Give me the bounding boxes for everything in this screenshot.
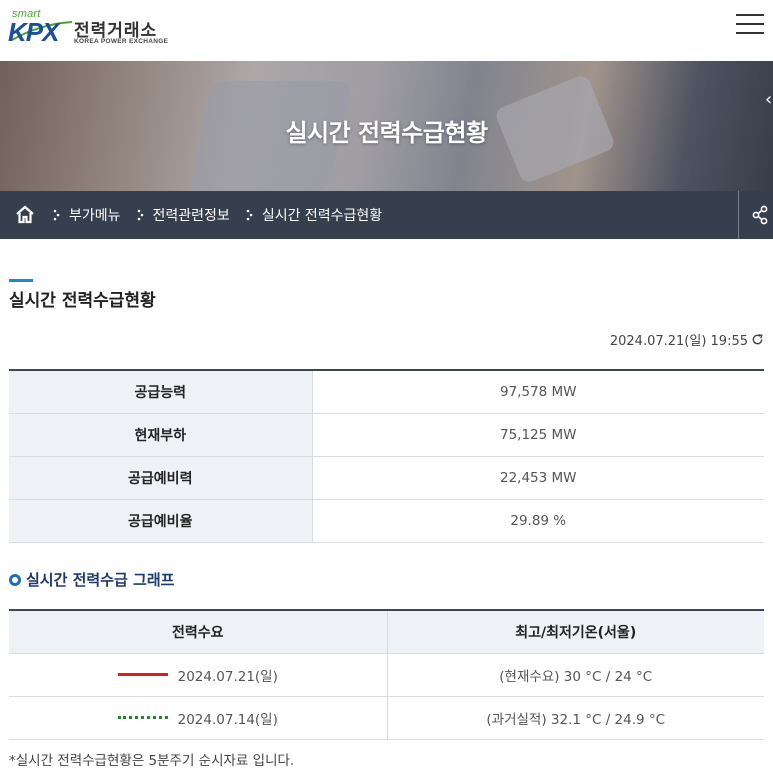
temperature-cell: (현재수요) 30 °C / 24 °C [387, 653, 764, 697]
table-row: 공급예비율 29.89 % [9, 499, 764, 543]
breadcrumb-item-power-info[interactable]: 전력관련정보 [137, 205, 230, 225]
row-value: 29.89 % [312, 499, 764, 543]
row-label: 공급예비력 [9, 456, 313, 500]
graph-section-title: 실시간 전력수급 그래프 [9, 569, 174, 590]
hamburger-menu-icon[interactable] [736, 12, 764, 36]
column-header-demand: 전력수요 [9, 610, 388, 654]
legend-dotted-line-icon [117, 716, 168, 719]
circle-bullet-icon [9, 573, 21, 586]
page-title: 실시간 전력수급현황 [9, 291, 156, 311]
row-value: 22,453 MW [312, 456, 764, 500]
supply-status-table: 공급능력 97,578 MW 현재부하 75,125 MW 공급예비력 22,4… [9, 369, 764, 543]
kpx-logo[interactable]: smart KPX 전력거래소 KOREA POWER EXCHANGE [8, 8, 168, 48]
row-value: 97,578 MW [312, 370, 764, 414]
share-button[interactable] [738, 191, 773, 239]
logo-english-text: KOREA POWER EXCHANGE [74, 38, 169, 45]
breadcrumb-label: 전력관련정보 [152, 208, 230, 224]
row-value: 75,125 MW [312, 413, 764, 457]
breadcrumb-separator-icon [137, 209, 143, 221]
legend-date: 2024.07.14(일) [177, 711, 278, 728]
row-label: 공급능력 [9, 370, 313, 414]
home-icon[interactable] [13, 203, 37, 227]
graph-legend-table: 전력수요 최고/최저기온(서울) 2024.07.21(일) (현재수요) 30… [9, 609, 764, 740]
legend-cell: 2024.07.21(일) [9, 653, 388, 697]
legend-date: 2024.07.21(일) [177, 668, 278, 685]
footnote: *실시간 전력수급현황은 5분주기 순시자료 입니다. [9, 753, 295, 769]
table-row: 공급능력 97,578 MW [9, 370, 764, 414]
table-row: 2024.07.14(일) (과거실적) 32.1 °C / 24.9 °C [9, 696, 764, 740]
table-row: 2024.07.21(일) (현재수요) 30 °C / 24 °C [9, 653, 764, 697]
row-label: 현재부하 [9, 413, 313, 457]
banner-title: 실시간 전력수급현황 [285, 119, 488, 147]
update-timestamp: 2024.07.21(일) 19:55 [610, 330, 764, 349]
share-icon [752, 205, 768, 225]
legend-cell: 2024.07.14(일) [9, 696, 388, 740]
breadcrumb-separator-icon [53, 209, 60, 221]
chevron-left-icon[interactable]: ‹ [765, 86, 773, 114]
column-header-temperature: 최고/최저기온(서울) [387, 610, 764, 654]
breadcrumb-item-realtime-supply[interactable]: 실시간 전력수급현황 [246, 205, 382, 225]
breadcrumb-separator-icon [246, 209, 253, 221]
table-row: 현재부하 75,125 MW [9, 413, 764, 457]
graph-title-text: 실시간 전력수급 그래프 [26, 571, 175, 589]
temperature-cell: (과거실적) 32.1 °C / 24.9 °C [387, 696, 764, 740]
refresh-icon[interactable] [751, 333, 764, 346]
title-accent-bar [9, 279, 33, 282]
legend-solid-line-icon [117, 673, 168, 676]
breadcrumb: 부가메뉴 전력관련정보 실시간 전력수급현황 [0, 191, 773, 239]
table-row: 공급예비력 22,453 MW [9, 456, 764, 500]
breadcrumb-label: 실시간 전력수급현황 [261, 208, 383, 224]
logo-kpx-text: KPX [8, 17, 59, 47]
breadcrumb-item-extra-menu[interactable]: 부가메뉴 [53, 205, 121, 225]
timestamp-text: 2024.07.21(일) 19:55 [609, 334, 748, 349]
page-banner: 실시간 전력수급현황 ‹ [0, 61, 773, 191]
table-header-row: 전력수요 최고/최저기온(서울) [9, 610, 764, 654]
row-label: 공급예비율 [9, 499, 313, 543]
breadcrumb-label: 부가메뉴 [69, 208, 121, 224]
header: smart KPX 전력거래소 KOREA POWER EXCHANGE [0, 0, 773, 61]
